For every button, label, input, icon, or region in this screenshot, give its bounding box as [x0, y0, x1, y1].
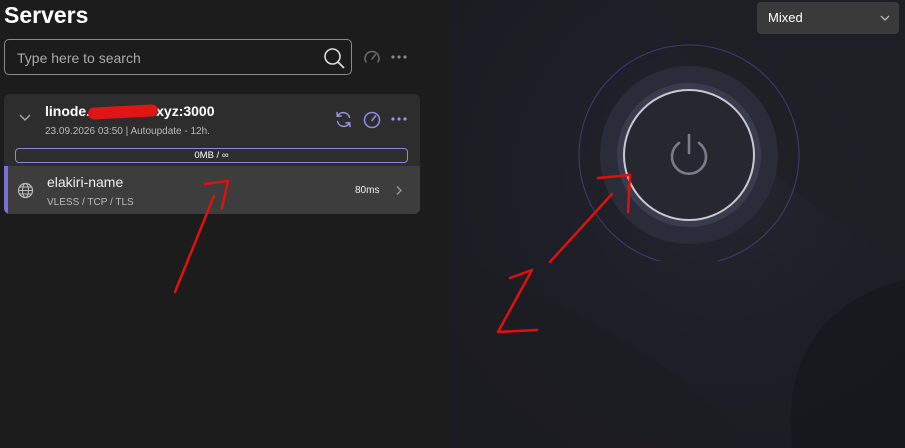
server-ping: 80ms — [355, 185, 380, 196]
group-name: linode. xyz:3000 — [45, 103, 215, 121]
globe-icon — [17, 182, 34, 199]
servers-panel: Servers linode. xyz:3000 23.09.2026 03:50… — [0, 0, 452, 448]
group-update-info: 23.09.2026 03:50 | Autoupdate - 12h. — [45, 126, 210, 137]
mode-select-value: Mixed — [768, 10, 803, 25]
chevron-down-icon[interactable] — [18, 112, 32, 122]
search-box[interactable] — [4, 39, 352, 76]
server-group: linode. xyz:3000 23.09.2026 03:50 | Autou… — [4, 94, 420, 214]
group-name-prefix: linode. — [45, 103, 91, 119]
refresh-icon[interactable] — [334, 110, 353, 129]
speedometer-icon[interactable] — [362, 48, 382, 68]
mode-select[interactable]: Mixed — [757, 2, 899, 34]
group-name-suffix: xyz:3000 — [156, 103, 215, 119]
traffic-usage-bar: 0MB / ∞ — [15, 148, 408, 163]
chevron-down-icon — [880, 15, 890, 21]
more-icon[interactable] — [390, 114, 408, 124]
search-input[interactable] — [15, 40, 319, 76]
search-icon[interactable] — [323, 47, 345, 69]
server-item[interactable]: elakiri-name VLESS / TCP / TLS 80ms — [4, 166, 420, 214]
server-name: elakiri-name — [47, 174, 124, 190]
page-title: Servers — [4, 2, 89, 28]
redaction — [87, 104, 159, 121]
connection-panel: Mixed — [452, 0, 905, 448]
speedometer-icon[interactable] — [362, 110, 382, 130]
connect-button[interactable] — [577, 37, 801, 261]
selected-indicator — [4, 166, 8, 214]
more-icon[interactable] — [390, 52, 408, 62]
server-protocol: VLESS / TCP / TLS — [47, 197, 134, 208]
chevron-right-icon[interactable] — [395, 185, 403, 196]
